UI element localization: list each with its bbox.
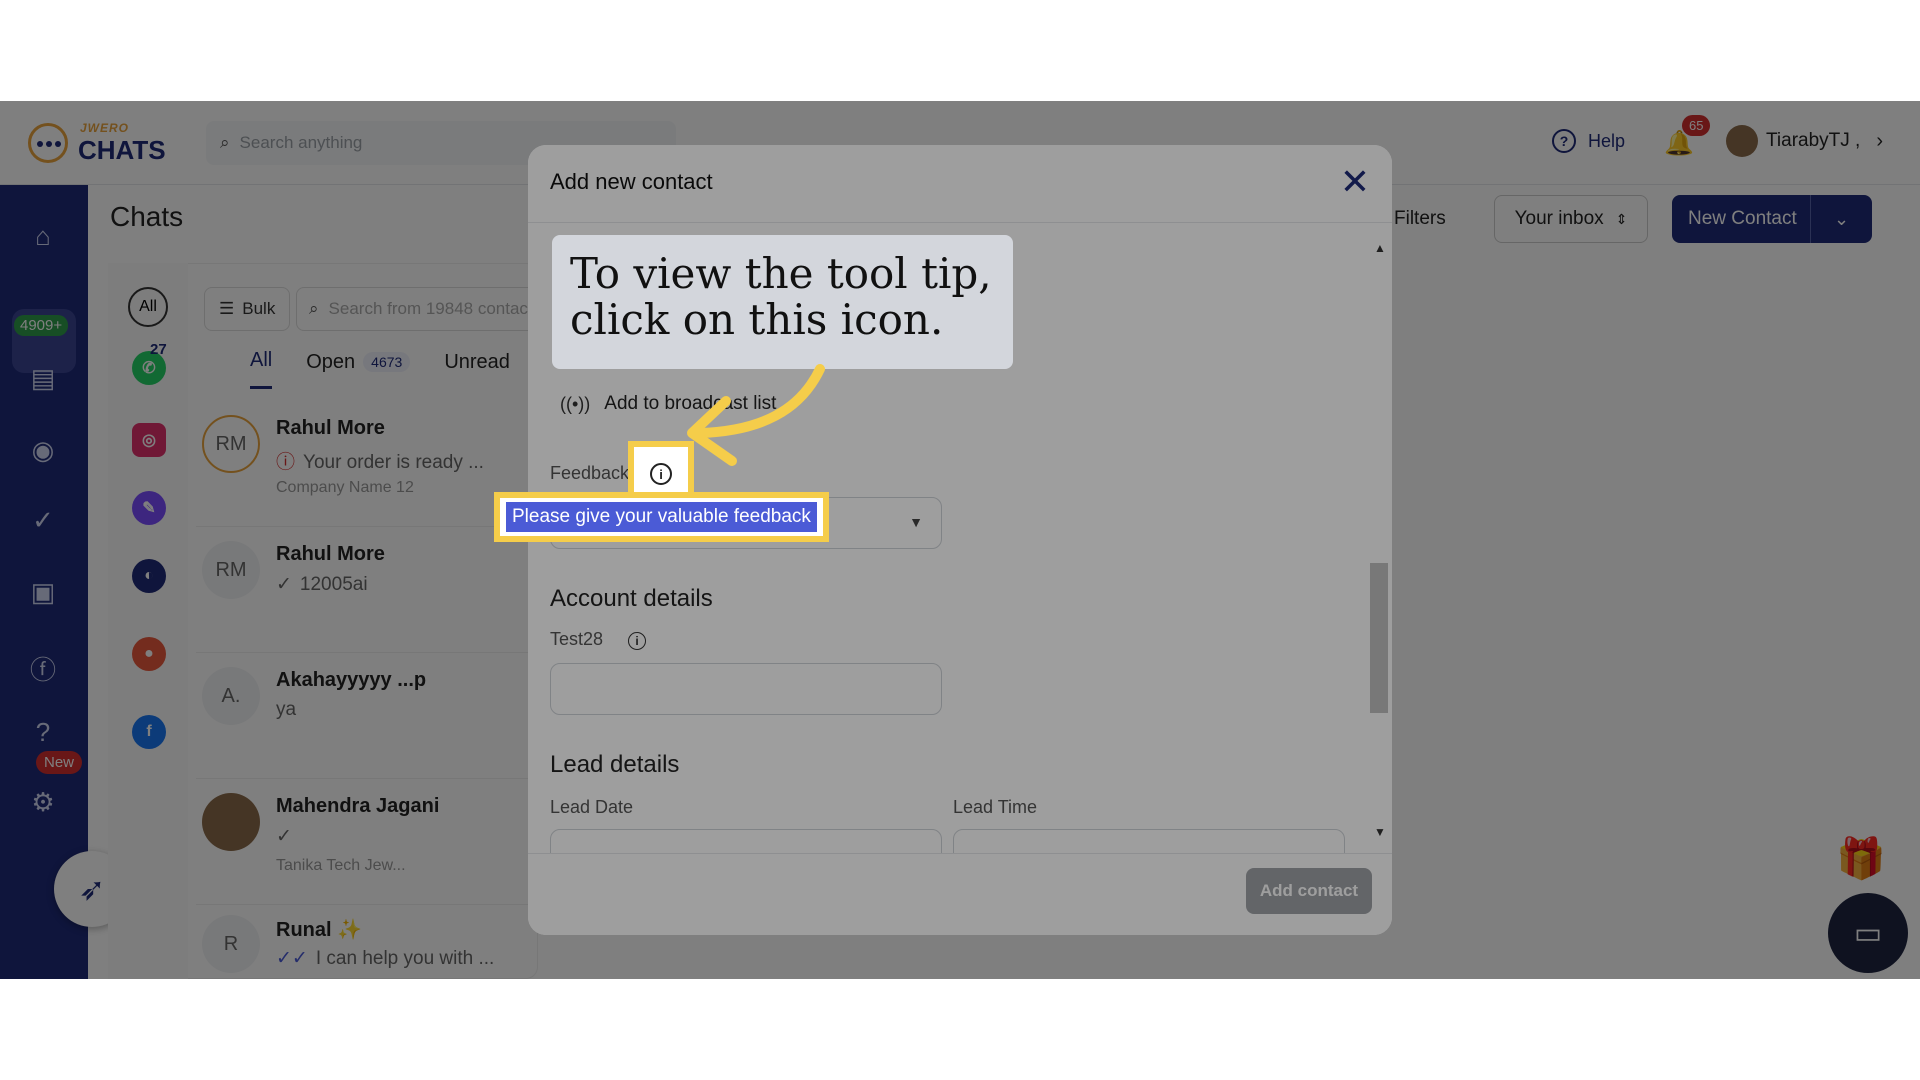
pointer-arrow-icon (687, 364, 825, 466)
tutorial-callout: To view the tool tip, click on this icon… (552, 235, 1013, 369)
info-icon: i (650, 463, 672, 485)
callout-line-1: To view the tool tip, (570, 249, 992, 298)
feedback-tooltip: Please give your valuable feedback (494, 492, 829, 542)
app-screen: JWERO CHATS ⌕ Search anything ? Help 🔔 6… (0, 101, 1920, 979)
callout-line-2: click on this icon. (570, 295, 944, 344)
tooltip-text: Please give your valuable feedback (506, 502, 817, 532)
